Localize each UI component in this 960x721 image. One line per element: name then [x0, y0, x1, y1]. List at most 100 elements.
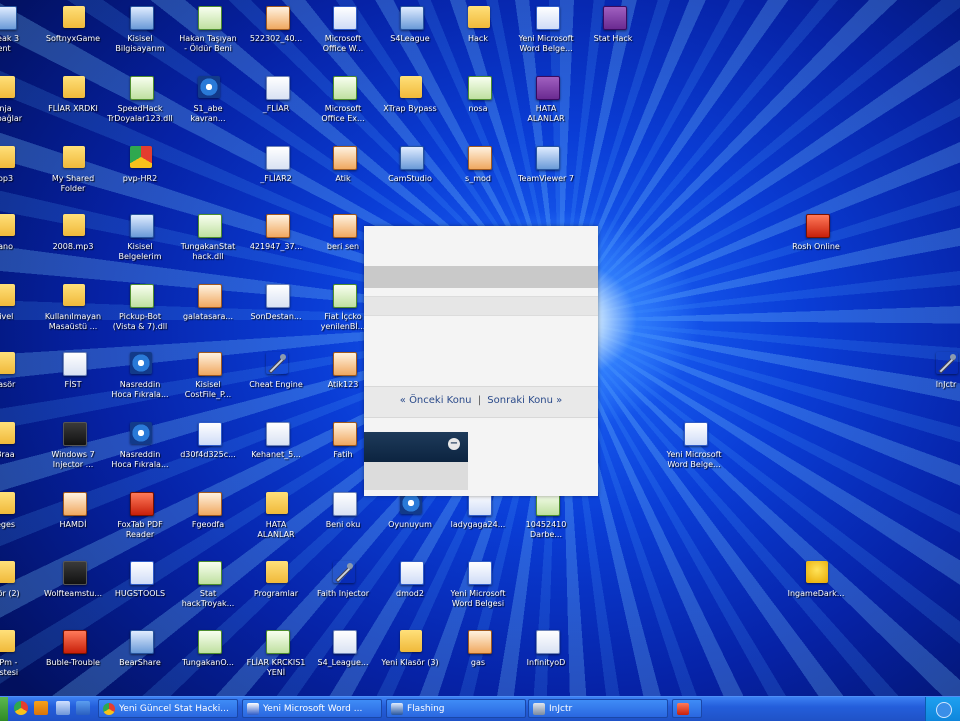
- desktop-icon[interactable]: FLİAR KRCKIS1 YENİ: [239, 626, 313, 694]
- desktop-icon[interactable]: TungakanO...: [171, 626, 245, 694]
- desktop-icon[interactable]: TeamViewer 7: [509, 142, 583, 210]
- desktop-icon[interactable]: Nasreddin Hoca Fıkrala...: [103, 418, 177, 486]
- desktop-icon[interactable]: BearShare: [103, 626, 177, 694]
- desktop-icon[interactable]: Oyunuyum: [373, 488, 447, 556]
- desktop-icon[interactable]: Pickup-Bot (Vista & 7).dll: [103, 280, 177, 348]
- desktop-icon[interactable]: S4_League...: [306, 626, 380, 694]
- desktop-icon[interactable]: Cheat Engine: [239, 348, 313, 416]
- desktop-icon[interactable]: Yeni Microsoft Word Belge...: [657, 418, 731, 486]
- desktop-icon[interactable]: 2008.mp3: [36, 210, 110, 278]
- desktop-icon[interactable]: InJctr: [909, 348, 960, 416]
- desktop-icon[interactable]: Hack: [441, 2, 515, 70]
- taskbar-button[interactable]: Yeni Güncel Stat Hacki...: [98, 699, 238, 718]
- network-icon[interactable]: [936, 702, 952, 718]
- desktop-icon[interactable]: FLİAR XRDKI: [36, 72, 110, 140]
- desktop-icon[interactable]: ar Pm - İ Listesi: [0, 626, 40, 694]
- desktop-icon[interactable]: nosa: [441, 72, 515, 140]
- desktop-icon[interactable]: ladygaga24...: [441, 488, 515, 556]
- desktop-icon[interactable]: FoxTab PDF Reader: [103, 488, 177, 556]
- red-icon: [677, 703, 689, 715]
- desktop-icon[interactable]: 522302_40...: [239, 2, 313, 70]
- desktop-icon[interactable]: My Shared Folder: [36, 142, 110, 210]
- next-topic-link[interactable]: Sonraki Konu »: [487, 395, 562, 406]
- desktop-icon[interactable]: HAMDİ: [36, 488, 110, 556]
- desktop-icon[interactable]: geges: [0, 488, 40, 556]
- desktop-icon[interactable]: Nasreddin Hoca Fıkrala...: [103, 348, 177, 416]
- desktop-icon[interactable]: Kehanet_5...: [239, 418, 313, 486]
- desktop-icon[interactable]: TungakanStat hack.dll: [171, 210, 245, 278]
- desktop-icon[interactable]: Wolfteamstu...: [36, 557, 110, 625]
- desktop-icon[interactable]: Fgeodfa: [171, 488, 245, 556]
- desktop-icon[interactable]: lasör (2): [0, 557, 40, 625]
- desktop-icon[interactable]: SpeedHack TrDoyalar123.dll: [103, 72, 177, 140]
- desktop-icon[interactable]: IngameDark...: [779, 557, 853, 625]
- desktop-icon[interactable]: d30f4d325c...: [171, 418, 245, 486]
- start-button[interactable]: [0, 697, 8, 721]
- desktop-icon[interactable]: S4League: [373, 2, 447, 70]
- desktop-icon[interactable]: Rosh Online: [779, 210, 853, 278]
- desktop-icon[interactable]: Atik: [306, 142, 380, 210]
- desktop-icon[interactable]: Buble-Trouble: [36, 626, 110, 694]
- desktop-icon[interactable]: Kisisel Belgelerim: [103, 210, 177, 278]
- desktop-icon[interactable]: Programlar: [239, 557, 313, 625]
- taskbar-button[interactable]: Flashing: [386, 699, 526, 718]
- folder-icon: [0, 76, 15, 98]
- taskbar-button[interactable]: InJctr: [528, 699, 668, 718]
- desktop-icon[interactable]: Klasör: [0, 348, 40, 416]
- desktop-icon[interactable]: Faith Injector: [306, 557, 380, 625]
- show-desktop-icon[interactable]: [56, 701, 70, 715]
- desktop-icon[interactable]: CamStudio: [373, 142, 447, 210]
- desktop-icon[interactable]: HUGSTOOLS: [103, 557, 177, 625]
- taskbar-button-label: Yeni Microsoft Word ...: [263, 704, 363, 714]
- desktop-icon[interactable]: Stat Hack: [576, 2, 650, 70]
- desktop-icon[interactable]: unja ombağlar: [0, 72, 40, 140]
- desktop-icon[interactable]: Kisisel CostFile_P...: [171, 348, 245, 416]
- red-icon: [130, 492, 154, 516]
- desktop-icon-label: HATA ALANLAR: [257, 520, 295, 539]
- desktop-icon[interactable]: HATA ALANLAR: [509, 72, 583, 140]
- desktop-icon[interactable]: Windows 7 Injector ...: [36, 418, 110, 486]
- desktop-icon[interactable]: Microsoft Office Ex...: [306, 72, 380, 140]
- desktop-icon[interactable]: illivel: [0, 280, 40, 348]
- desktop-icon[interactable]: Microsoft Office W...: [306, 2, 380, 70]
- desktop-icon[interactable]: Beni oku: [306, 488, 380, 556]
- desktop-icon[interactable]: S1_abe kavran...: [171, 72, 245, 140]
- desktop-icon[interactable]: pop3: [0, 142, 40, 210]
- desktop-icon-label: CamStudio: [388, 174, 432, 183]
- desktop-icon[interactable]: galatasara...: [171, 280, 245, 348]
- desktop-icon[interactable]: dmod2: [373, 557, 447, 625]
- desktop-icon[interactable]: HATA ALANLAR: [239, 488, 313, 556]
- taskbar-button[interactable]: Yeni Microsoft Word ...: [242, 699, 382, 718]
- desktop-icon[interactable]: Kullanılmayan Masaüstü ...: [36, 280, 110, 348]
- previous-topic-link[interactable]: « Önceki Konu: [400, 395, 472, 406]
- desktop-icon[interactable]: XTrap Bypass: [373, 72, 447, 140]
- desktop-icon[interactable]: s_mod: [441, 142, 515, 210]
- desktop-icon[interactable]: FİST: [36, 348, 110, 416]
- chrome-quicklaunch-icon[interactable]: [14, 701, 28, 715]
- desktop-icon[interactable]: Yeni Microsoft Word Belgesi: [441, 557, 515, 625]
- desktop-icon[interactable]: 421947_37...: [239, 210, 313, 278]
- desktop-icon[interactable]: Stat hackTroyak...: [171, 557, 245, 625]
- desktop-icon[interactable]: Hakan Taşıyan - Öldür Beni: [171, 2, 245, 70]
- desktop-icon[interactable]: InfinityoD: [509, 626, 583, 694]
- desktop-icon[interactable]: 10452410 Darbe...: [509, 488, 583, 556]
- desktop-icon[interactable]: Kisisel Bilgisayarım: [103, 2, 177, 70]
- desktop-icon[interactable]: Yeni Microsoft Word Belge...: [509, 2, 583, 70]
- taskbar-button[interactable]: [672, 699, 702, 718]
- desktop-icon-label: My Shared Folder: [51, 174, 95, 193]
- firefox-quicklaunch-icon[interactable]: [34, 701, 48, 715]
- desktop-icon-label: 10452410 Darbe...: [525, 520, 567, 539]
- desktop-icon[interactable]: _FLİAR: [239, 72, 313, 140]
- desktop-icon[interactable]: 33raa: [0, 418, 40, 486]
- collapse-icon[interactable]: −: [448, 438, 460, 450]
- desktop-icon[interactable]: gas: [441, 626, 515, 694]
- desktop-icon[interactable]: bano: [0, 210, 40, 278]
- desktop-icon[interactable]: pvp-HR2: [103, 142, 177, 210]
- desktop-icon[interactable]: _FLİAR2: [239, 142, 313, 210]
- desktop-icon[interactable]: Yeni Klasör (3): [373, 626, 447, 694]
- desktop-icon[interactable]: SonDestan...: [239, 280, 313, 348]
- desktop-icon[interactable]: Speak 3 ient: [0, 2, 40, 70]
- media-player-icon[interactable]: [76, 701, 90, 715]
- folder-icon: [0, 214, 15, 236]
- desktop-icon[interactable]: SoftnyxGame: [36, 2, 110, 70]
